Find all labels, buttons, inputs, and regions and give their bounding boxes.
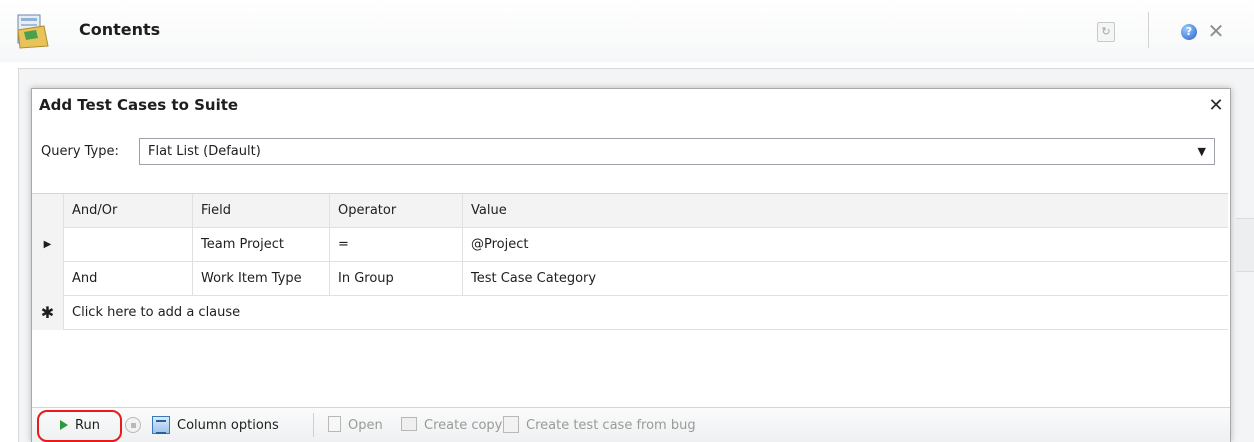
dialog-close-icon[interactable]: ✕ (1207, 96, 1225, 116)
close-icon[interactable]: ✕ (1206, 19, 1226, 43)
stop-icon[interactable] (125, 417, 141, 433)
value-cell[interactable]: Test Case Category (463, 262, 1228, 296)
page-title: Contents (79, 20, 161, 39)
clause-grid: And/Or Field Operator Value ▶ Team Proje… (32, 193, 1228, 330)
query-type-value: Flat List (Default) (148, 144, 261, 159)
help-icon[interactable]: ? (1181, 24, 1197, 40)
open-button[interactable]: Open (348, 417, 383, 435)
bug-icon[interactable] (503, 416, 519, 433)
value-cell[interactable]: @Project (463, 228, 1228, 262)
grid-header-row: And/Or Field Operator Value (32, 194, 1228, 228)
query-type-label: Query Type: (41, 144, 119, 159)
and-or-cell[interactable]: And (64, 262, 193, 296)
open-icon[interactable] (328, 416, 341, 432)
column-header-operator[interactable]: Operator (330, 194, 463, 228)
create-test-case-from-bug-button[interactable]: Create test case from bug (526, 417, 696, 435)
current-row-arrow-icon[interactable]: ▶ (32, 228, 64, 262)
operator-cell[interactable]: In Group (330, 262, 463, 296)
dialog-title: Add Test Cases to Suite (39, 96, 239, 114)
add-test-cases-dialog: Add Test Cases to Suite ✕ Query Type: Fl… (31, 88, 1231, 442)
query-type-dropdown[interactable]: Flat List (Default) ▼ (139, 138, 1215, 165)
field-cell[interactable]: Work Item Type (193, 262, 330, 296)
column-options-button[interactable]: Column options (177, 417, 279, 435)
toolbar-divider (313, 413, 314, 437)
row-selector[interactable] (32, 262, 64, 296)
copy-icon[interactable] (401, 417, 417, 431)
table-row[interactable]: And Work Item Type In Group Test Case Ca… (32, 262, 1228, 296)
column-header-value[interactable]: Value (463, 194, 1228, 228)
background-strip (1236, 218, 1254, 272)
create-copy-button[interactable]: Create copy (424, 417, 502, 435)
new-row-asterisk-icon: ✱ (32, 296, 64, 330)
row-selector-header (32, 194, 64, 228)
refresh-icon[interactable]: ↻ (1097, 22, 1115, 42)
operator-cell[interactable]: = (330, 228, 463, 262)
table-row[interactable]: ▶ Team Project = @Project (32, 228, 1228, 262)
play-icon[interactable] (60, 420, 68, 430)
field-cell[interactable]: Team Project (193, 228, 330, 262)
add-clause-link[interactable]: Click here to add a clause (64, 296, 1228, 330)
header-divider (1148, 12, 1149, 48)
and-or-cell[interactable] (64, 228, 193, 262)
column-header-field[interactable]: Field (193, 194, 330, 228)
column-header-and-or[interactable]: And/Or (64, 194, 193, 228)
query-toolbar: Run Column options Open Create copy Crea… (32, 407, 1230, 442)
add-clause-row[interactable]: ✱ Click here to add a clause (32, 296, 1228, 330)
contents-folder-icon (17, 14, 49, 49)
run-button[interactable]: Run (75, 417, 100, 435)
contents-header: Contents ↻ ? ✕ (0, 0, 1254, 62)
column-options-icon[interactable] (152, 416, 170, 434)
chevron-down-icon[interactable]: ▼ (1198, 145, 1206, 158)
